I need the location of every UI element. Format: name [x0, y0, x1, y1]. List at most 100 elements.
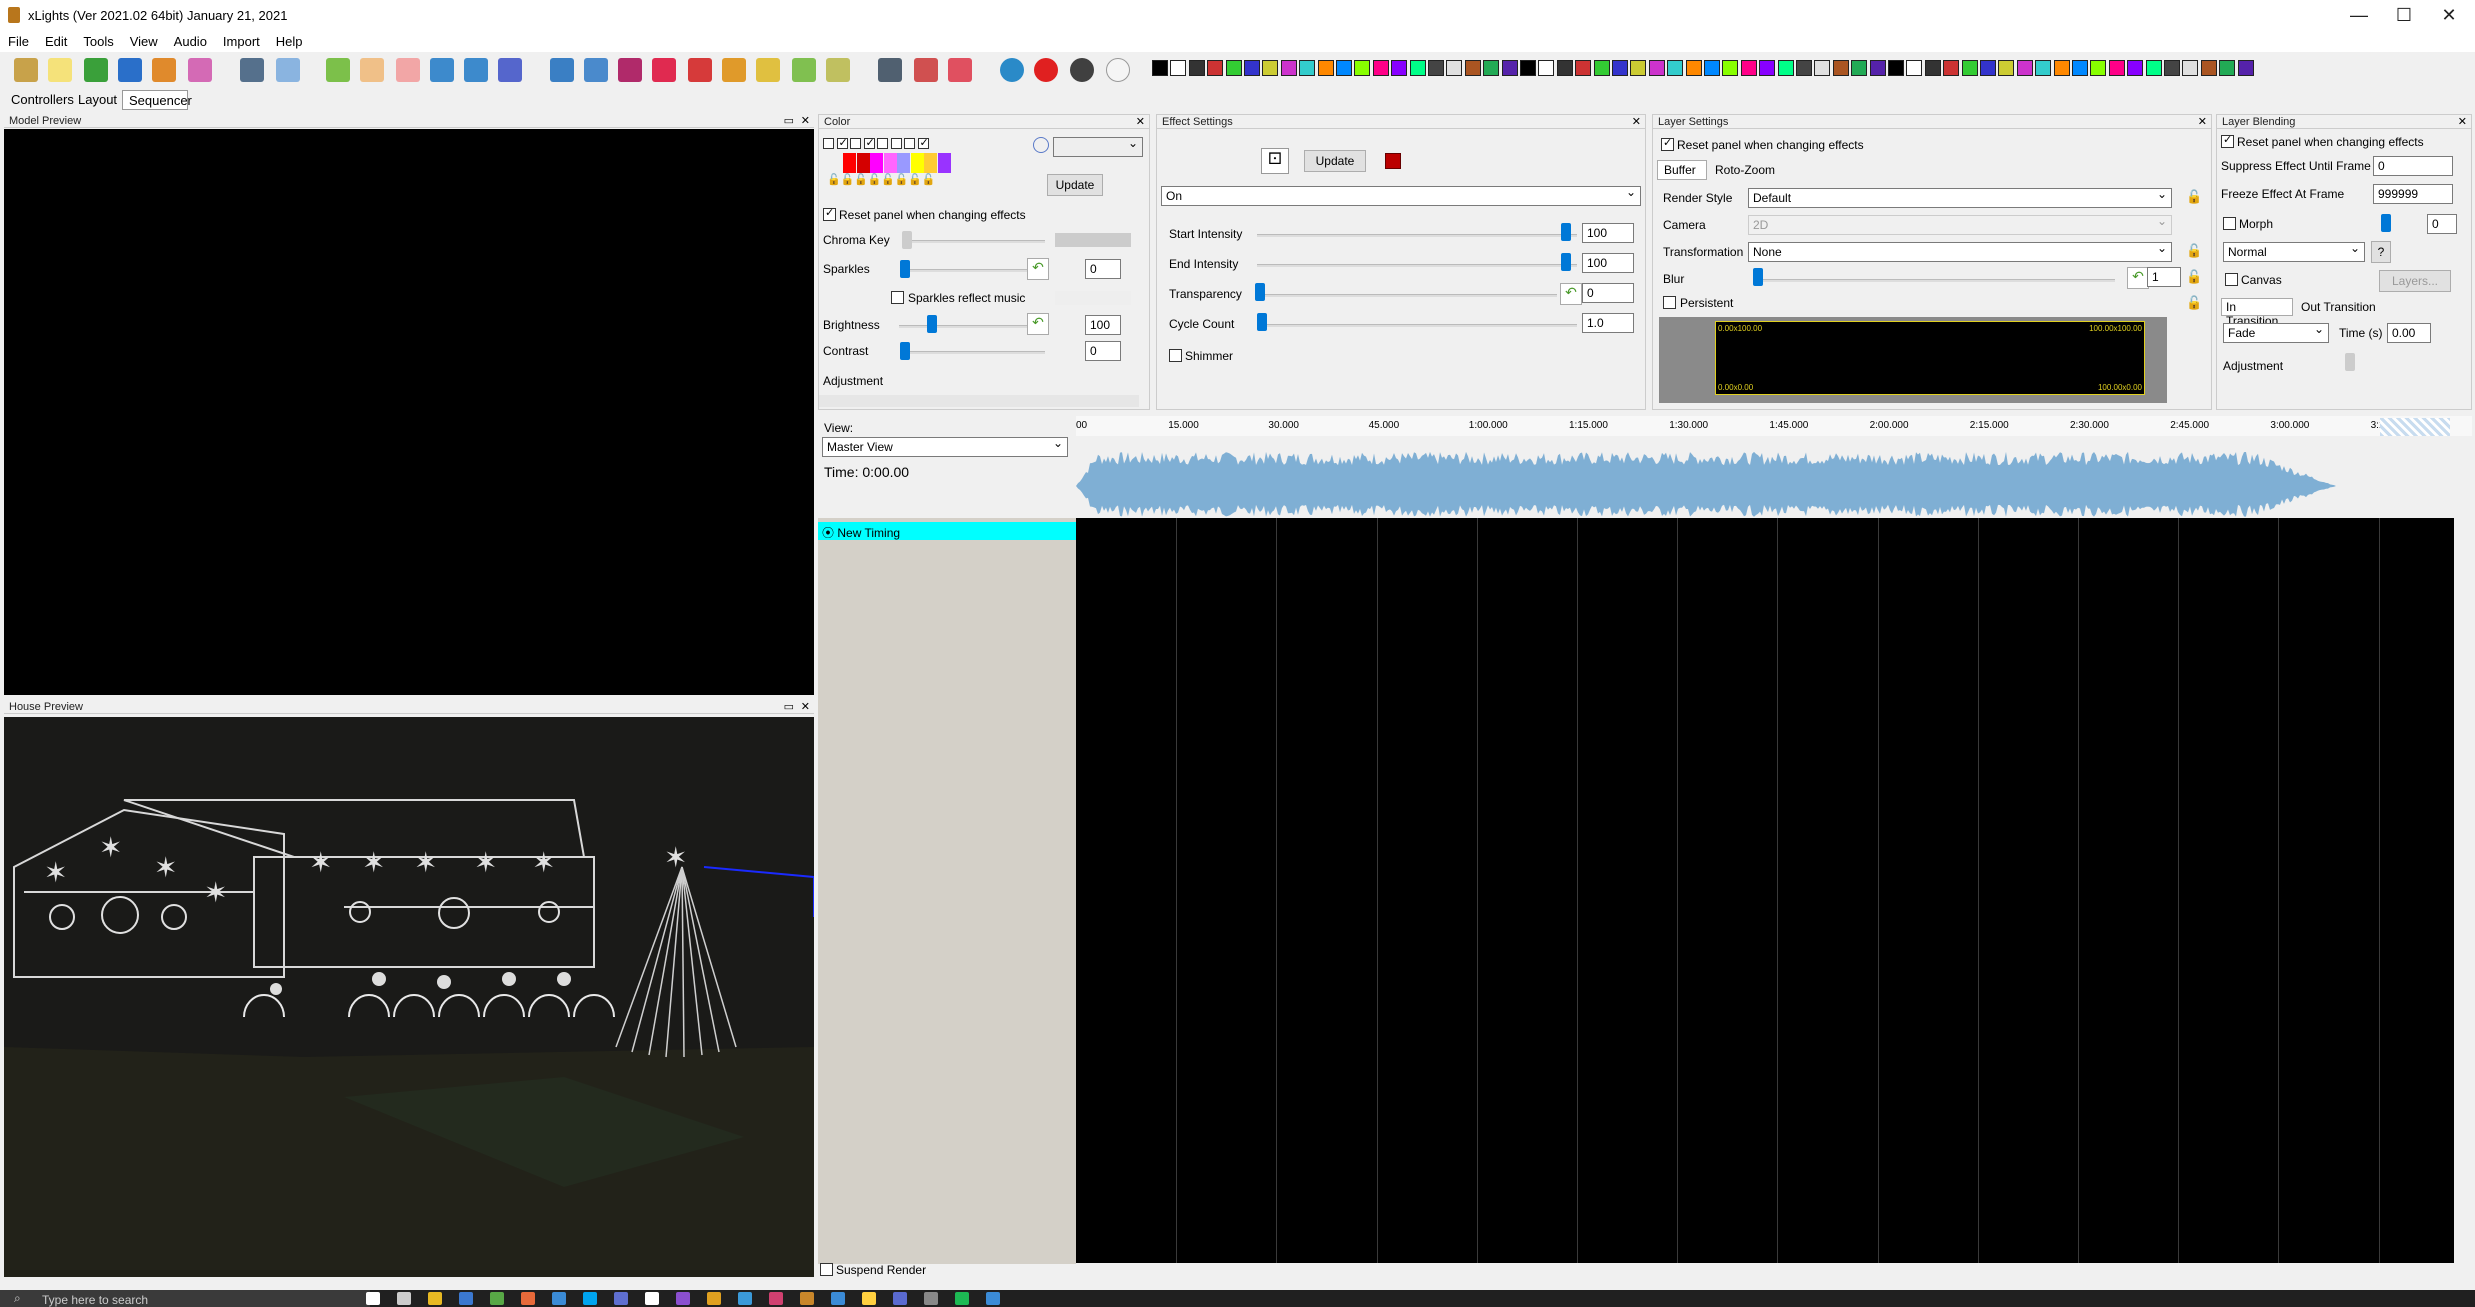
effects-grid[interactable] [1076, 518, 2454, 1264]
morph-input[interactable]: 0 [2427, 214, 2457, 234]
lock-icon[interactable]: 🔓 [854, 173, 868, 186]
effect-icon[interactable] [1851, 60, 1868, 76]
effect-icon[interactable] [2237, 60, 2254, 76]
value-curve-icon[interactable]: ↶ [1027, 258, 1049, 280]
effect-icon[interactable] [1704, 60, 1720, 76]
tab-buffer[interactable]: Buffer [1657, 160, 1707, 180]
palette-checkbox[interactable] [877, 138, 888, 149]
pause-icon[interactable] [360, 58, 384, 82]
effect-select[interactable]: On [1161, 185, 1641, 206]
effect-icon[interactable] [1299, 60, 1316, 76]
effect-icon[interactable] [1777, 60, 1794, 76]
refresh-icon[interactable] [1033, 137, 1049, 153]
render-icon[interactable] [240, 58, 264, 82]
palette-select[interactable] [1053, 136, 1143, 157]
menu-tools[interactable]: Tools [75, 32, 121, 49]
effect-icon[interactable] [1280, 60, 1297, 76]
zoom-out-icon[interactable] [914, 58, 938, 82]
effect-icon[interactable] [1888, 60, 1904, 76]
models-icon[interactable] [618, 58, 642, 82]
brightness-input[interactable]: 100 [1085, 315, 1121, 335]
chroma-key-slider[interactable] [905, 240, 1045, 243]
effect-icon[interactable] [1575, 60, 1592, 76]
tab-in-transition[interactable]: In Transition [2221, 298, 2293, 328]
float-icon[interactable]: ▭ [784, 700, 794, 713]
camera-select[interactable]: 2D [1748, 214, 2172, 235]
chroma-key-thumb[interactable] [902, 231, 912, 249]
taskbar-app-icon[interactable] [738, 1292, 752, 1305]
play-icon[interactable] [326, 58, 350, 82]
taskbar-app-icon[interactable] [521, 1292, 535, 1305]
bulb-off-icon[interactable] [1070, 58, 1094, 82]
value-curve-icon[interactable]: ↶ [1560, 283, 1582, 305]
palette-swatch[interactable] [897, 153, 910, 173]
effect-icon[interactable] [1943, 60, 1960, 76]
effect-icon[interactable] [1152, 60, 1168, 76]
effect-icon[interactable] [1556, 60, 1573, 76]
lock-icon[interactable]: 🔓 [827, 173, 841, 186]
effect-icon[interactable] [1832, 60, 1849, 76]
effect-icon[interactable] [1998, 60, 2015, 76]
taskbar-app-icon[interactable] [552, 1292, 566, 1305]
record-icon[interactable] [1034, 58, 1058, 82]
triangle-icon[interactable] [688, 58, 712, 82]
lock-icon[interactable]: 🔓 [841, 173, 855, 186]
ruler-selection[interactable] [2380, 418, 2450, 436]
close-button[interactable]: ✕ [2420, 0, 2475, 32]
lock-icon[interactable]: 🔓 [895, 173, 909, 186]
menu-import[interactable]: Import [215, 32, 268, 49]
transition-select[interactable]: Fade [2223, 322, 2329, 343]
taskbar-app-icon[interactable] [707, 1292, 721, 1305]
transparency-input[interactable]: 0 [1582, 283, 1634, 303]
lock-icon[interactable]: 🔓 [2186, 243, 2202, 259]
lock-icon[interactable]: 🔓 [908, 173, 922, 186]
palette-swatch[interactable] [856, 153, 870, 173]
save-as-icon[interactable] [152, 58, 176, 82]
chroma-color-swatch[interactable] [1055, 233, 1131, 247]
save-icon[interactable] [118, 58, 142, 82]
effect-color-icon[interactable] [1385, 153, 1401, 169]
effect-icon[interactable] [1869, 60, 1886, 76]
contrast-thumb[interactable] [900, 342, 910, 360]
effect-icon[interactable] [1961, 60, 1978, 76]
taskbar-app-icon[interactable] [986, 1292, 1000, 1305]
radio-icon[interactable]: ⦿ [822, 526, 834, 540]
house-canvas[interactable]: ✶ ✶ ✶ ✶ ✶ ✶ ✶ ✶ ✶ ✶ [4, 717, 814, 1277]
tab-sequencer[interactable]: Sequencer [122, 90, 192, 110]
taskbar-app-icon[interactable] [893, 1292, 907, 1305]
effect-icon[interactable] [1391, 60, 1408, 76]
timing-track-header[interactable]: ⦿ New Timing [818, 522, 1076, 540]
sparkles-color-swatch[interactable] [1055, 291, 1131, 305]
palette-checkbox[interactable] [850, 138, 861, 149]
brightness-slider[interactable] [899, 325, 1039, 328]
palette-checkbox[interactable] [890, 138, 902, 149]
taskbar-app-icon[interactable] [831, 1292, 845, 1305]
model-canvas[interactable] [4, 129, 814, 695]
blur-thumb[interactable] [1753, 268, 1763, 286]
palette-checkbox[interactable] [904, 138, 915, 149]
effect-icon[interactable] [1317, 60, 1334, 76]
effect-icon[interactable] [2053, 60, 2070, 76]
taskbar-app-icon[interactable] [645, 1292, 659, 1305]
sparkles-slider[interactable] [905, 269, 1045, 272]
transformation-select[interactable]: None [1748, 241, 2172, 262]
start-intensity-input[interactable]: 100 [1582, 223, 1634, 243]
morph-thumb[interactable] [2381, 214, 2391, 232]
palette-checkbox[interactable] [917, 136, 929, 149]
menu-edit[interactable]: Edit [37, 32, 75, 49]
taskbar-app-icon[interactable] [366, 1292, 380, 1305]
sparkles-music-checkbox[interactable] [891, 291, 904, 304]
effect-icon[interactable] [2127, 60, 2144, 76]
value-curve-icon[interactable]: ↶ [1027, 313, 1049, 335]
end-intensity-thumb[interactable] [1561, 253, 1571, 271]
copy-icon[interactable] [652, 58, 676, 82]
taskbar-app-icon[interactable] [769, 1292, 783, 1305]
palette-checkbox[interactable] [863, 136, 875, 149]
taskbar-app-icon[interactable] [924, 1292, 938, 1305]
effect-icon[interactable] [1428, 60, 1444, 76]
fast-forward-icon[interactable] [464, 58, 488, 82]
cycle-count-slider[interactable] [1257, 324, 1577, 327]
zoom-reset-icon[interactable] [948, 58, 972, 82]
close-icon[interactable]: ✕ [1632, 115, 1641, 128]
effect-icon[interactable] [2219, 60, 2236, 76]
